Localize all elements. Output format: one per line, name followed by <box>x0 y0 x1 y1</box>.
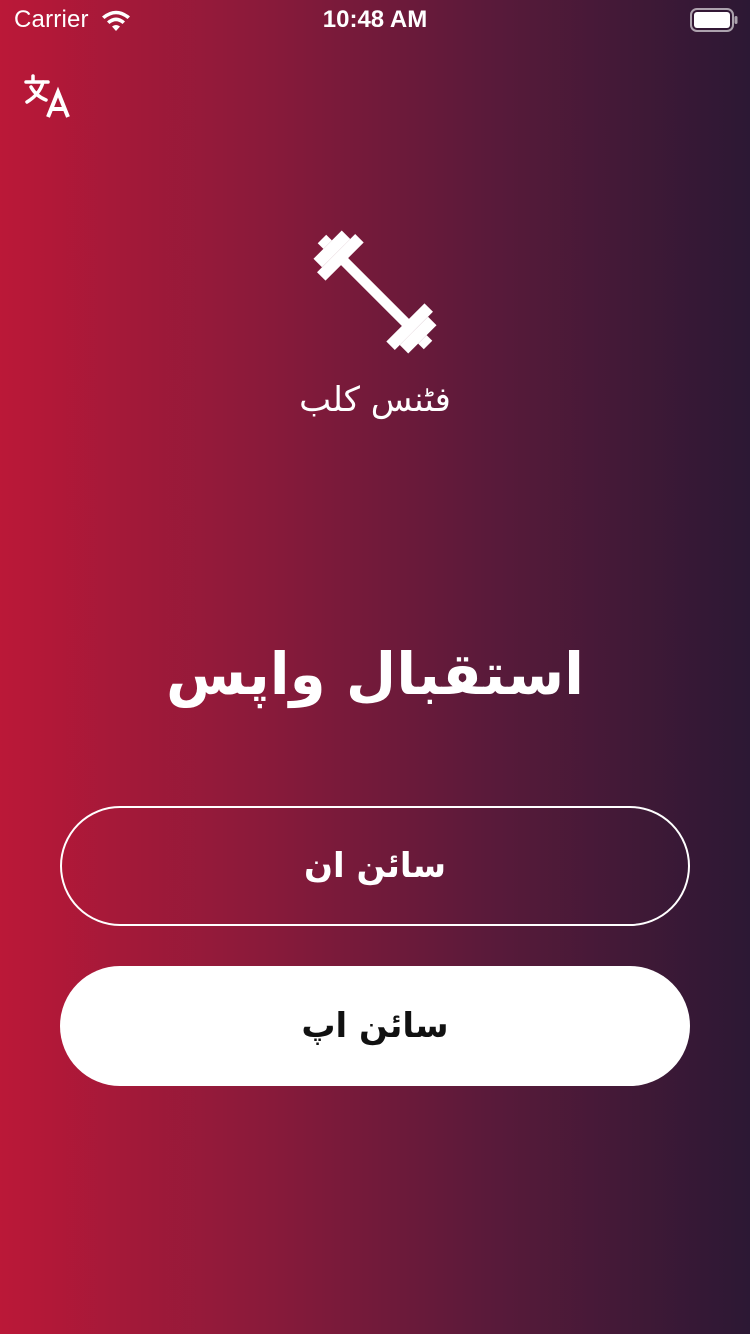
dumbbell-icon <box>313 230 437 354</box>
status-bar: Carrier 10:48 AM <box>0 0 750 40</box>
sign-up-button[interactable]: سائن اپ <box>60 966 690 1086</box>
sign-in-button[interactable]: سائن ان <box>60 806 690 926</box>
battery-icon <box>690 8 738 32</box>
sign-up-label: سائن اپ <box>301 1006 449 1046</box>
welcome-screen: Carrier 10:48 AM فٹنس کلب استقبال واپس س… <box>0 0 750 1334</box>
translate-icon[interactable] <box>20 70 76 126</box>
app-name: فٹنس کلب <box>299 380 451 420</box>
welcome-title: استقبال واپس <box>165 640 584 708</box>
sign-in-label: سائن ان <box>303 846 447 886</box>
clock: 10:48 AM <box>322 6 428 33</box>
